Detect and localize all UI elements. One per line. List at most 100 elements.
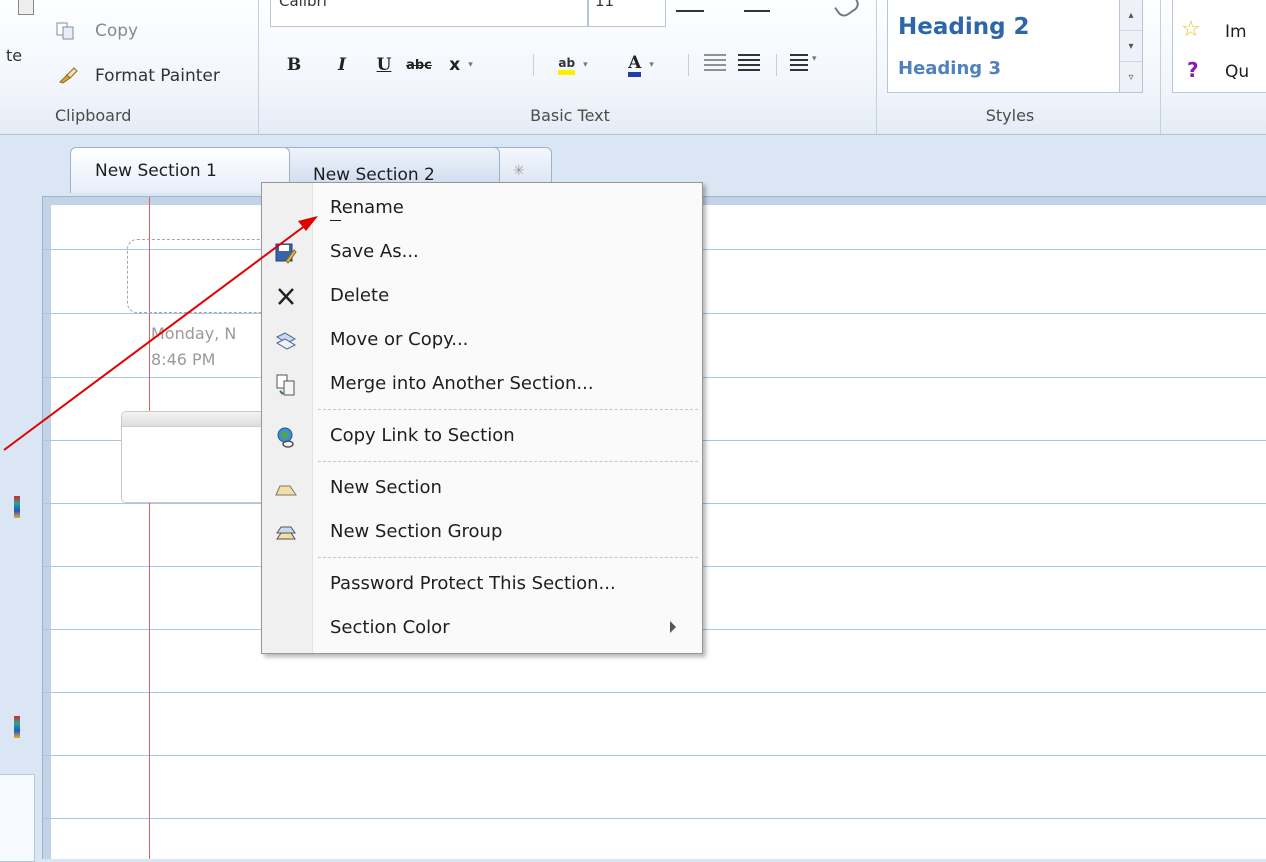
menu-item-merge[interactable]: Merge into Another Section... (262, 365, 702, 405)
increase-indent-icon[interactable] (738, 54, 760, 74)
chevron-down-icon: ▾ (649, 60, 654, 70)
more-styles-icon[interactable]: ▿ (1120, 62, 1142, 92)
align-left-icon (790, 54, 808, 72)
style-heading-2[interactable]: Heading 2 (898, 14, 1030, 40)
question-icon: ? (1187, 58, 1199, 82)
menu-item-section-color[interactable]: Section Color (262, 609, 702, 649)
link-globe-icon (277, 427, 294, 448)
menu-item-label: Move or Copy... (330, 329, 469, 350)
strikethrough-button[interactable]: abc (402, 52, 436, 78)
group-separator (876, 0, 877, 134)
format-painter-icon (59, 67, 78, 84)
scroll-up-icon[interactable]: ▴ (1120, 0, 1142, 31)
decrease-indent-icon[interactable] (704, 54, 726, 74)
tab-label: New Section 1 (95, 160, 217, 181)
menu-item-copy-link[interactable]: Copy Link to Section (262, 417, 702, 457)
tag-question-label: Qu (1225, 62, 1250, 82)
menu-item-label: New Section Group (330, 521, 503, 542)
paste-icon[interactable] (18, 0, 34, 15)
menu-item-delete[interactable]: Delete (262, 277, 702, 317)
separator (776, 54, 777, 76)
menu-separator (318, 409, 698, 410)
align-button[interactable]: ▾ (790, 54, 824, 74)
tab-new-section-1[interactable]: New Section 1 (70, 147, 290, 193)
sparkle-icon: ✳ (513, 162, 525, 179)
page-time-line: 8:46 PM (151, 350, 216, 369)
basic-text-group-label: Basic Text (530, 106, 610, 125)
scroll-down-icon[interactable]: ▾ (1120, 31, 1142, 62)
save-as-icon (275, 243, 297, 264)
format-painter-label: Format Painter (95, 66, 220, 86)
notebook-icon[interactable] (14, 716, 20, 738)
menu-item-rename[interactable]: Rename (262, 189, 702, 229)
page-title-box[interactable] (127, 239, 279, 313)
menu-item-save-as[interactable]: Save As... (262, 233, 702, 273)
submenu-arrow-icon (670, 621, 676, 633)
menu-item-label: Copy Link to Section (330, 425, 515, 446)
subscript-label: x (449, 55, 461, 75)
menu-item-label: New Section (330, 477, 442, 498)
menu-item-label: Delete (330, 285, 390, 306)
menu-item-move-or-copy[interactable]: Move or Copy... (262, 321, 702, 361)
ribbon: te Copy Format Painter Clipboard Calibri… (0, 0, 1266, 135)
menu-item-new-section-group[interactable]: New Section Group (262, 513, 702, 553)
italic-button[interactable]: I (330, 52, 354, 78)
tag-important-label: Im (1225, 22, 1247, 42)
subscript-button[interactable]: x ▾ (442, 52, 480, 78)
font-size-value: 11 (595, 0, 615, 10)
font-name-value: Calibri (279, 0, 327, 10)
highlight-button[interactable]: ab ▾ (548, 52, 598, 78)
menu-item-label: Save As... (330, 241, 419, 262)
menu-separator (318, 557, 698, 558)
menu-item-label: Rename (330, 197, 404, 218)
paste-label[interactable]: te (6, 46, 22, 65)
clear-format-icon[interactable] (834, 0, 862, 20)
new-section-group-icon (276, 526, 296, 540)
bullets-icon[interactable] (676, 10, 704, 16)
copy-button[interactable]: Copy (55, 18, 255, 46)
star-icon: ☆ (1181, 17, 1201, 42)
chevron-down-icon: ▾ (468, 60, 473, 70)
menu-item-label: Password Protect This Section... (330, 573, 616, 594)
style-heading-3[interactable]: Heading 3 (898, 58, 1001, 79)
menu-separator (318, 461, 698, 462)
menu-item-label: Section Color (330, 617, 450, 638)
new-section-icon (275, 485, 297, 496)
format-painter-button[interactable]: Format Painter (55, 62, 255, 90)
font-name-combo[interactable]: Calibri (270, 0, 588, 27)
separator (533, 54, 534, 76)
chevron-down-icon: ▾ (812, 54, 817, 64)
bold-button[interactable]: B (282, 52, 306, 78)
notebook-icon[interactable] (14, 496, 20, 518)
section-context-menu: Rename Save As... Delete Move or Copy...… (261, 182, 703, 654)
styles-gallery[interactable]: Heading 2 Heading 3 (887, 0, 1120, 93)
font-size-combo[interactable]: 11 (588, 0, 666, 27)
notebook-panel[interactable] (0, 774, 35, 862)
rename-access-key (330, 220, 341, 221)
copy-label: Copy (95, 21, 139, 41)
group-separator (258, 0, 259, 134)
tag-question[interactable]: ? Qu (1181, 58, 1266, 86)
move-copy-icon (275, 332, 297, 350)
clipboard-group-label: Clipboard (55, 106, 132, 125)
rule-line (43, 755, 1266, 756)
tag-important[interactable]: ☆ Im (1181, 17, 1266, 46)
menu-item-label: Merge into Another Section... (330, 373, 594, 394)
page-date: Monday, N 8:46 PM (151, 321, 236, 373)
font-color-button[interactable]: A ▾ (618, 52, 664, 78)
left-navigation-strip (0, 200, 38, 862)
separator (688, 54, 689, 76)
rule-line (43, 692, 1266, 693)
menu-item-new-section[interactable]: New Section (262, 469, 702, 509)
styles-scroll[interactable]: ▴ ▾ ▿ (1119, 0, 1143, 93)
tags-gallery[interactable]: ☆ Im ? Qu (1172, 0, 1266, 93)
rule-line (43, 818, 1266, 819)
font-color-label: A (628, 54, 642, 77)
delete-x-icon (278, 288, 294, 305)
numbering-icon[interactable] (744, 10, 770, 16)
underline-button[interactable]: U (372, 52, 396, 78)
group-separator (1160, 0, 1161, 134)
menu-item-password-protect[interactable]: Password Protect This Section... (262, 565, 702, 605)
copy-icon (56, 22, 74, 40)
merge-icon (276, 374, 295, 396)
